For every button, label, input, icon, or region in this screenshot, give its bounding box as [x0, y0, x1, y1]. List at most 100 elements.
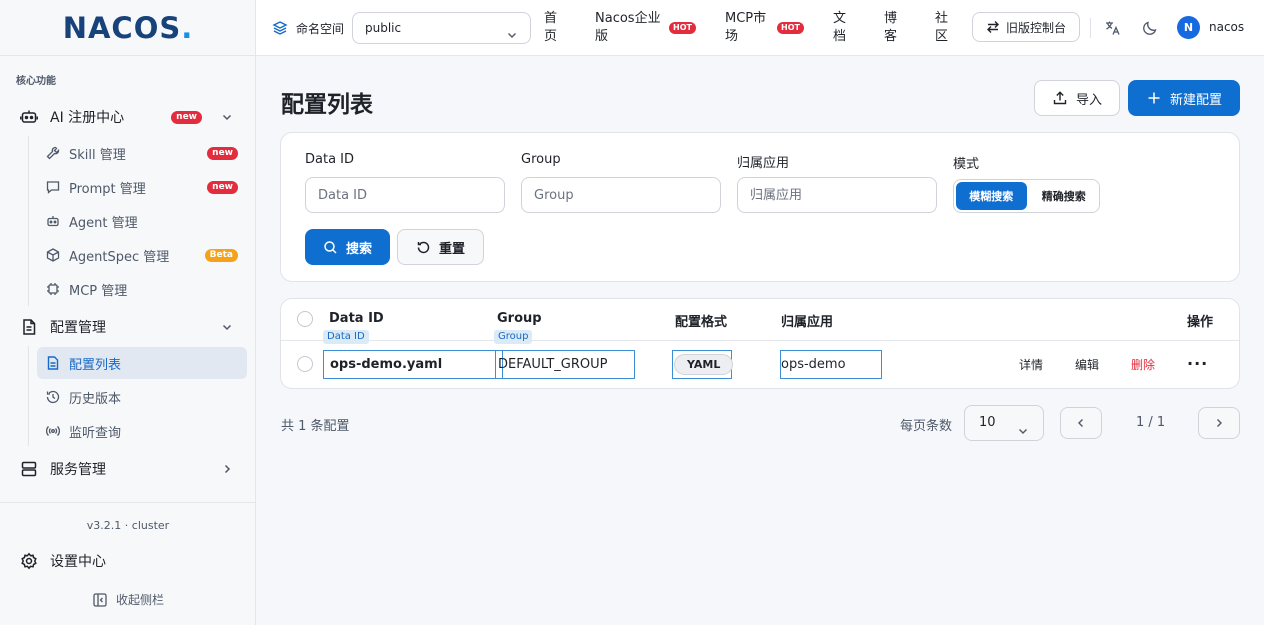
- prev-page-button[interactable]: [1060, 407, 1102, 439]
- new-badge: new: [207, 181, 238, 194]
- mode-exact-option[interactable]: 精确搜索: [1029, 180, 1100, 212]
- sidebar-collapse-icon: [92, 592, 108, 608]
- delete-link[interactable]: 删除: [1131, 356, 1155, 373]
- format-tag: YAML: [674, 354, 734, 375]
- sidebar-item-agentspec[interactable]: AgentSpec 管理 Beta: [37, 239, 247, 271]
- data-id-label: Data ID: [305, 152, 355, 167]
- data-id-tag: Data ID: [323, 330, 369, 344]
- chevron-down-icon: [220, 110, 234, 124]
- search-button[interactable]: 搜索: [305, 229, 390, 265]
- chip-icon: [45, 281, 61, 297]
- cell-format: YAML: [672, 350, 734, 379]
- server-icon: [20, 460, 38, 478]
- next-page-button[interactable]: [1198, 407, 1240, 439]
- cube-icon: [45, 247, 61, 263]
- reset-button[interactable]: 重置: [397, 229, 484, 265]
- per-page-label: 每页条数: [900, 419, 953, 434]
- th-data-id: Data ID: [329, 311, 384, 326]
- nav-blog[interactable]: 博 客: [884, 10, 897, 46]
- chevron-down-icon: [220, 320, 234, 334]
- sidebar-item-config-list[interactable]: 配置列表: [37, 347, 247, 379]
- chevron-right-icon: [220, 462, 234, 476]
- upload-icon: [1052, 90, 1068, 106]
- page-info: 1 / 1: [1136, 415, 1166, 430]
- select-all-checkbox[interactable]: [297, 311, 313, 327]
- sidebar-item-prompt[interactable]: Prompt 管理 new: [37, 171, 247, 203]
- avatar[interactable]: N: [1177, 16, 1200, 39]
- per-page-select[interactable]: 10: [964, 405, 1044, 441]
- version-text: v3.2.1 · cluster: [86, 519, 170, 532]
- nav-home[interactable]: 首 页: [544, 10, 557, 46]
- sidebar-item-agent[interactable]: Agent 管理: [37, 205, 247, 237]
- cell-data-id[interactable]: ops-demo.yaml: [323, 350, 503, 379]
- nav-enterprise[interactable]: Nacos企业 版: [595, 10, 661, 46]
- robot-icon: [20, 108, 38, 126]
- beta-badge: Beta: [204, 249, 238, 262]
- nav-community[interactable]: 社 区: [935, 10, 948, 46]
- filter-card: Data ID Group 归属应用 模式 模糊搜索 精确搜索 搜索 重置: [280, 132, 1240, 282]
- collapse-sidebar-button[interactable]: 收起侧栏: [92, 591, 164, 608]
- namespace-select[interactable]: public: [352, 12, 531, 44]
- swap-icon: [986, 20, 1000, 34]
- bot-icon: [45, 213, 61, 229]
- th-group: Group: [497, 311, 542, 326]
- wrench-icon: [45, 145, 61, 161]
- hot-badge: HOT: [669, 22, 696, 34]
- chevron-down-icon: [506, 22, 518, 38]
- data-id-input[interactable]: [305, 177, 505, 213]
- sidebar-group-service[interactable]: 服务管理: [10, 452, 246, 486]
- sidebar-group-ai-registry[interactable]: AI 注册中心 new: [10, 100, 246, 134]
- namespace-label: 命名空间: [296, 22, 345, 36]
- section-label-core: 核心功能: [16, 76, 56, 87]
- broadcast-icon: [45, 423, 61, 439]
- chevron-left-icon: [1078, 419, 1083, 427]
- moon-icon[interactable]: [1141, 19, 1159, 37]
- mode-fuzzy-option[interactable]: 模糊搜索: [956, 182, 1027, 210]
- file-list-icon: [45, 355, 61, 371]
- old-console-button[interactable]: 旧版控制台: [972, 12, 1080, 42]
- translate-icon[interactable]: [1104, 19, 1122, 37]
- search-icon: [323, 240, 338, 255]
- document-icon: [20, 318, 38, 336]
- th-format: 配置格式: [675, 315, 728, 330]
- message-icon: [45, 179, 61, 195]
- hot-badge: HOT: [777, 22, 804, 34]
- more-actions-icon[interactable]: ···: [1187, 354, 1208, 373]
- username[interactable]: nacos: [1209, 20, 1244, 34]
- top-bar: 命名空间 public 首 页 Nacos企业 版 HOT MCP市 场 HOT…: [256, 0, 1264, 56]
- app-label: 归属应用: [737, 156, 790, 171]
- nav-mcp-market[interactable]: MCP市 场: [725, 10, 766, 46]
- group-tag: Group: [494, 330, 533, 344]
- sidebar-item-skill[interactable]: Skill 管理 new: [37, 137, 247, 169]
- layers-icon: [272, 20, 288, 36]
- config-table: Data ID Group 配置格式 归属应用 操作 ops-demo.yaml…: [280, 298, 1240, 389]
- sidebar-group-config[interactable]: 配置管理: [10, 310, 246, 344]
- group-label: Group: [521, 152, 561, 167]
- cell-app[interactable]: ops-demo: [780, 350, 882, 379]
- chevron-down-icon: [1017, 417, 1029, 434]
- detail-link[interactable]: 详情: [1019, 356, 1043, 373]
- sidebar-item-mcp[interactable]: MCP 管理: [37, 273, 247, 305]
- cell-group[interactable]: DEFAULT_GROUP: [495, 350, 635, 379]
- new-config-button[interactable]: 新建配置: [1128, 80, 1240, 116]
- th-actions: 操作: [1187, 315, 1214, 330]
- row-checkbox[interactable]: [297, 356, 313, 372]
- nav-docs[interactable]: 文 档: [833, 10, 846, 46]
- gear-icon: [20, 552, 38, 570]
- settings-center-link[interactable]: 设置中心: [20, 551, 106, 571]
- th-app: 归属应用: [781, 315, 834, 330]
- edit-link[interactable]: 编辑: [1075, 356, 1099, 373]
- sidebar: NACOS. 核心功能 AI 注册中心 new Skill 管理 new Pro…: [0, 0, 256, 625]
- nacos-logo[interactable]: NACOS.: [0, 0, 256, 56]
- sidebar-group-label: AI 注册中心: [50, 110, 125, 126]
- plus-icon: [1146, 90, 1162, 106]
- new-badge: new: [207, 147, 238, 160]
- group-input[interactable]: [521, 177, 721, 213]
- new-badge: new: [171, 111, 202, 124]
- chevron-right-icon: [1217, 419, 1222, 427]
- sidebar-item-listener[interactable]: 监听查询: [37, 415, 247, 447]
- sidebar-item-history[interactable]: 历史版本: [37, 381, 247, 413]
- page-title: 配置列表: [281, 92, 373, 118]
- import-button[interactable]: 导入: [1034, 80, 1120, 116]
- app-input[interactable]: [737, 177, 937, 213]
